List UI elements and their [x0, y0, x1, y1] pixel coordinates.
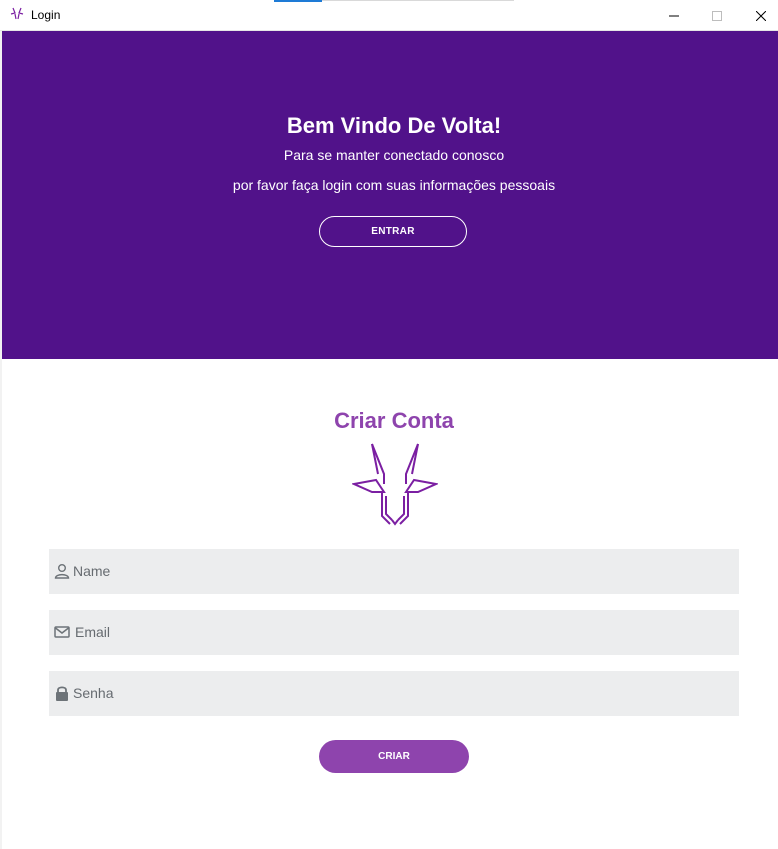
- welcome-subtitle-line2: por favor faça login com suas informaçõe…: [232, 177, 556, 193]
- app-logo-icon: [10, 7, 24, 20]
- minimize-icon: [669, 15, 679, 16]
- password-field[interactable]: Senha: [49, 671, 739, 716]
- entrar-button[interactable]: ENTRAR: [319, 216, 467, 247]
- name-field[interactable]: Name: [49, 549, 739, 594]
- create-account-title: Criar Conta: [334, 408, 454, 433]
- welcome-panel: Bem Vindo De Volta! Para se manter conec…: [2, 31, 778, 359]
- email-field[interactable]: Email: [49, 610, 739, 655]
- close-icon: [756, 10, 766, 21]
- email-placeholder: Email: [75, 624, 111, 640]
- taskbar-divider: [322, 0, 514, 1]
- lock-icon: [56, 686, 68, 701]
- close-button[interactable]: [738, 0, 778, 31]
- welcome-title: Bem Vindo De Volta!: [286, 113, 502, 138]
- goat-logo-icon: [352, 443, 438, 526]
- envelope-icon: [54, 626, 70, 638]
- maximize-icon: [712, 10, 722, 21]
- window-titlebar: Login: [0, 0, 778, 31]
- password-placeholder: Senha: [73, 685, 114, 701]
- user-icon: [54, 564, 70, 579]
- taskbar-accent: [274, 0, 322, 2]
- welcome-subtitle-line1: Para se manter conectado conosco: [283, 147, 505, 163]
- window-title: Login: [31, 8, 61, 22]
- minimize-button[interactable]: [651, 0, 697, 31]
- maximize-button[interactable]: [694, 0, 740, 31]
- criar-button[interactable]: CRIAR: [319, 740, 469, 773]
- name-placeholder: Name: [73, 563, 111, 579]
